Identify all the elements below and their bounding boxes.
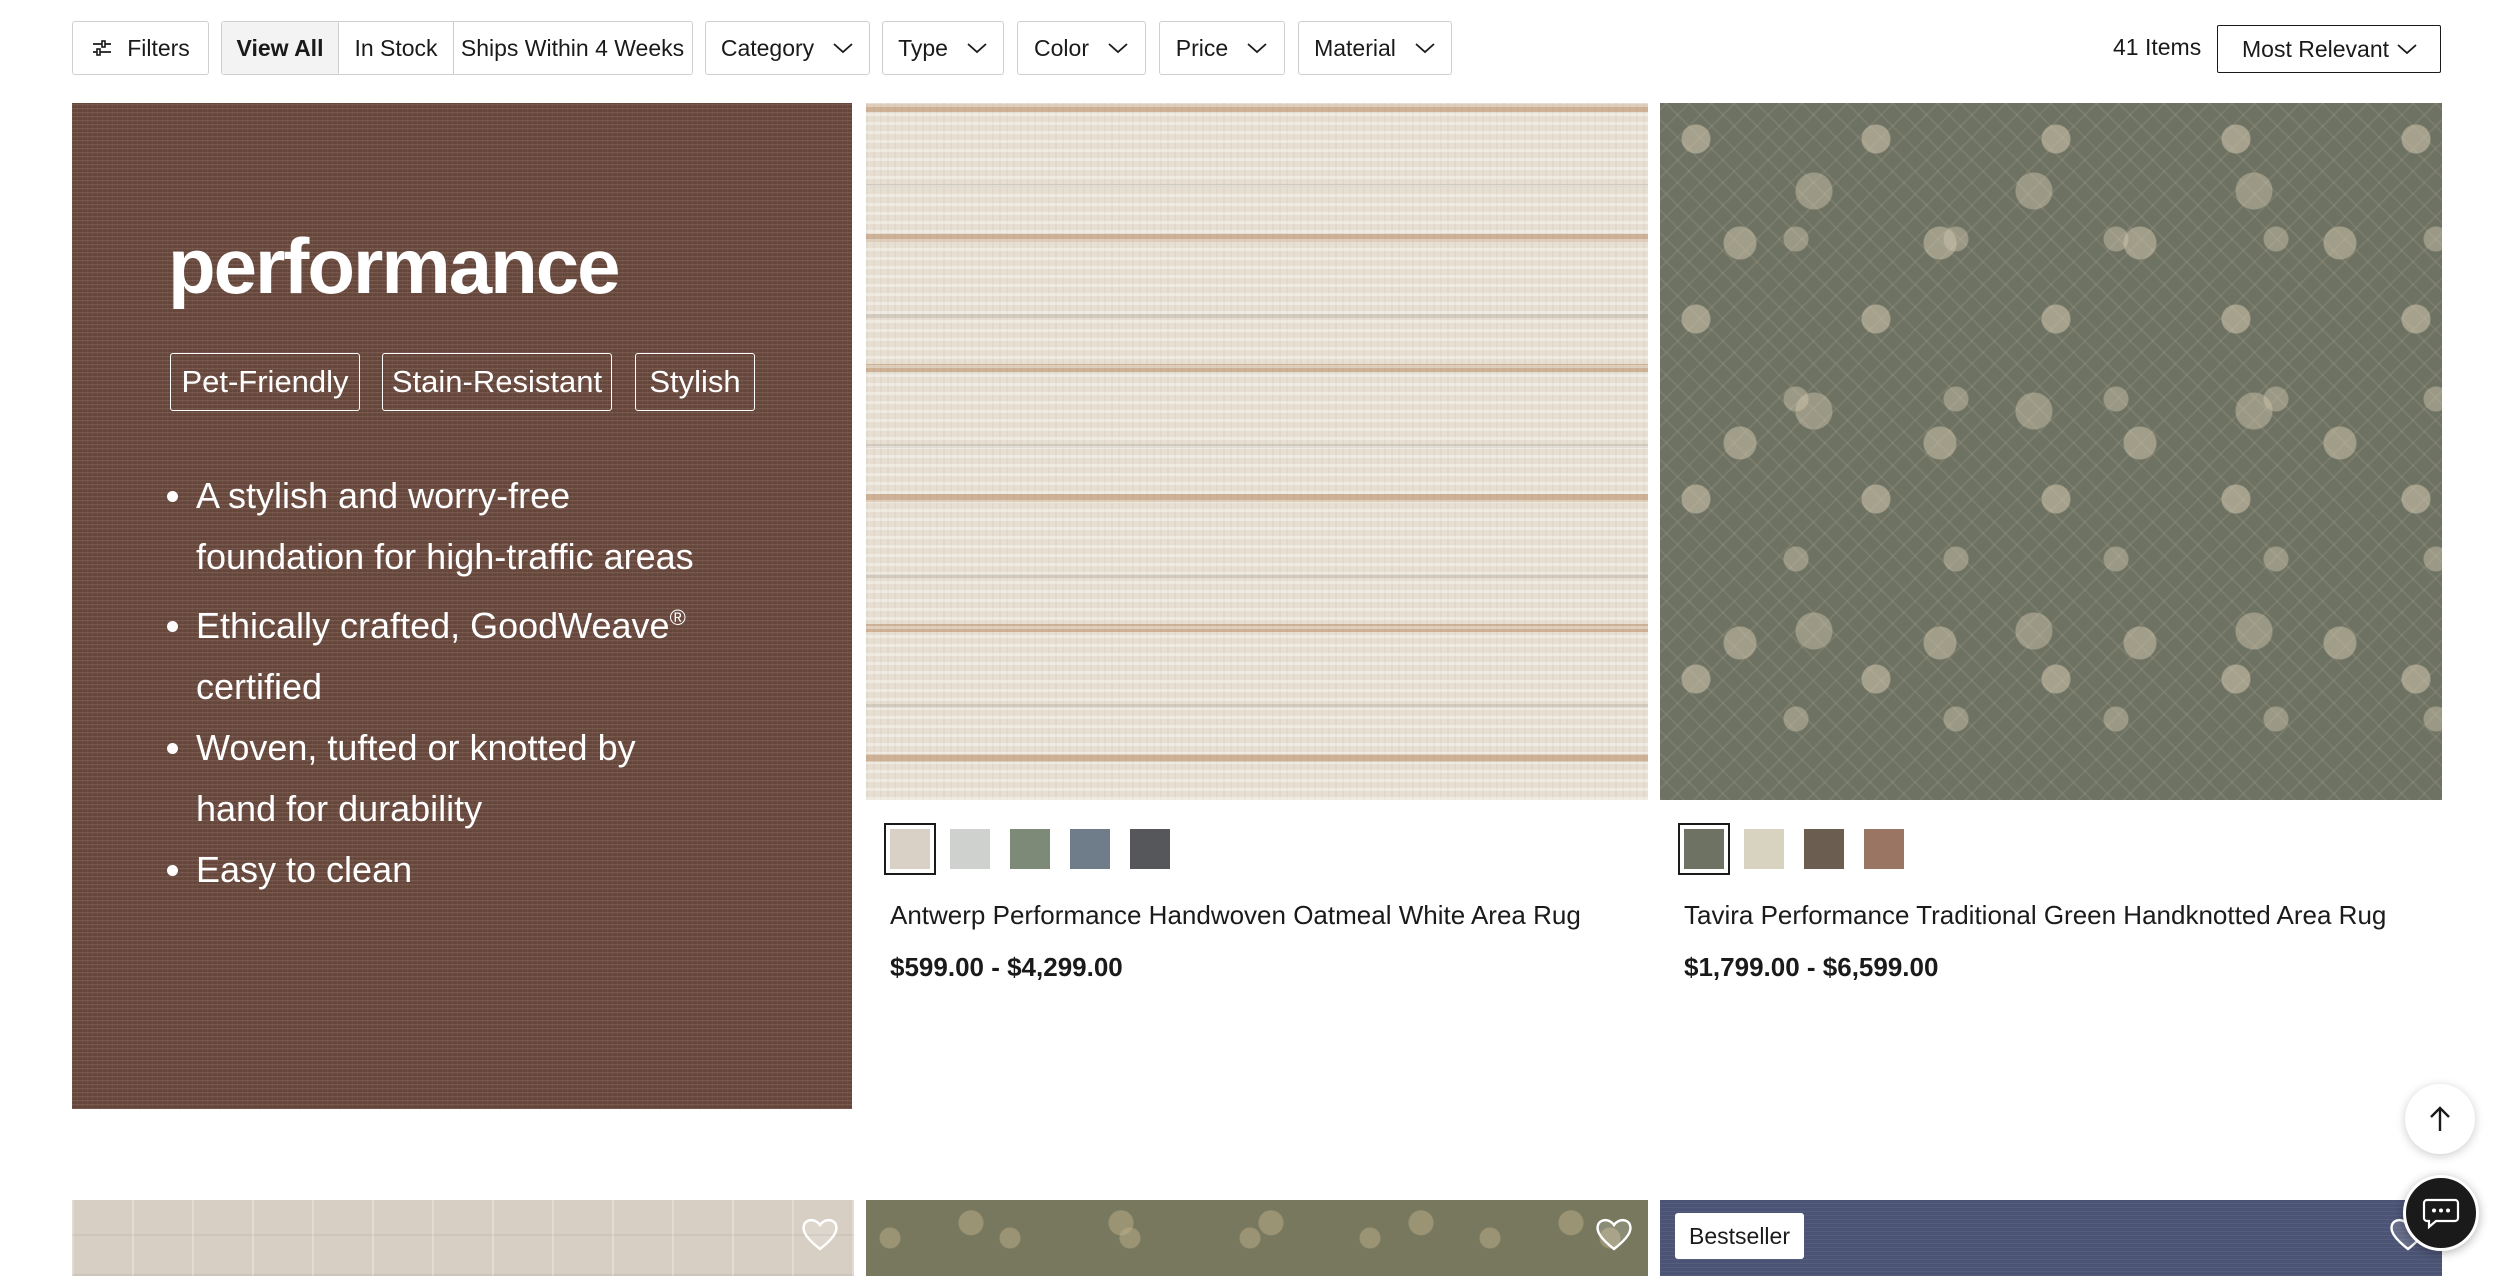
product-name[interactable]: Antwerp Performance Handwoven Oatmeal Wh… bbox=[890, 900, 1581, 931]
view-all-option[interactable]: View All bbox=[222, 22, 339, 74]
sort-label: Most Relevant bbox=[2242, 35, 2390, 62]
product-price: $1,799.00 - $6,599.00 bbox=[1684, 952, 1939, 982]
arrow-up-icon bbox=[2430, 1106, 2450, 1131]
swatch-blue[interactable] bbox=[1070, 829, 1110, 869]
chat-icon bbox=[2422, 1198, 2460, 1230]
sort-dropdown[interactable]: Most Relevant bbox=[2217, 25, 2441, 73]
category-label: Category bbox=[720, 34, 815, 61]
product-image[interactable] bbox=[1660, 103, 2442, 800]
chevron-down-icon bbox=[1247, 43, 1267, 54]
item-count: 41 Items bbox=[2113, 34, 2202, 60]
product-image[interactable] bbox=[866, 103, 1648, 800]
color-dropdown[interactable]: Color bbox=[1017, 21, 1146, 75]
swatch-sage[interactable] bbox=[1010, 829, 1050, 869]
ships-within-4-weeks-option[interactable]: Ships Within 4 Weeks bbox=[454, 22, 691, 74]
promo-feature-list: A stylish and worry-free foundation for … bbox=[168, 465, 716, 900]
feature-item: Easy to clean bbox=[196, 839, 716, 900]
chevron-down-icon bbox=[967, 43, 987, 54]
in-stock-option[interactable]: In Stock bbox=[339, 22, 454, 74]
color-swatches bbox=[884, 823, 1190, 875]
chevron-down-icon bbox=[1415, 43, 1435, 54]
material-dropdown[interactable]: Material bbox=[1298, 21, 1452, 75]
heart-icon[interactable] bbox=[800, 1216, 840, 1252]
performance-promo-tile[interactable]: performance Pet-Friendly Stain-Resistant… bbox=[72, 103, 852, 1109]
chip-pet-friendly: Pet-Friendly bbox=[170, 353, 360, 411]
type-dropdown[interactable]: Type bbox=[882, 21, 1004, 75]
category-dropdown[interactable]: Category bbox=[705, 21, 870, 75]
swatch-rust[interactable] bbox=[1864, 829, 1904, 869]
product-name[interactable]: Tavira Performance Traditional Green Han… bbox=[1684, 900, 2386, 931]
filters-button[interactable]: Filters bbox=[72, 21, 209, 75]
chevron-down-icon bbox=[1108, 43, 1128, 54]
swatch-oatmeal[interactable] bbox=[884, 823, 936, 875]
swatch-light-grey[interactable] bbox=[950, 829, 990, 869]
chevron-down-icon bbox=[2397, 44, 2417, 55]
filters-label: Filters bbox=[127, 34, 190, 61]
feature-item: A stylish and worry-free foundation for … bbox=[196, 465, 716, 587]
swatch-ivory[interactable] bbox=[1744, 829, 1784, 869]
product-image[interactable] bbox=[72, 1200, 854, 1276]
chevron-down-icon bbox=[833, 43, 853, 54]
color-swatches bbox=[1678, 823, 1924, 875]
heart-icon[interactable] bbox=[1594, 1216, 1634, 1252]
feature-item: Ethically crafted, GoodWeave® certified bbox=[196, 587, 716, 717]
feature-item: Woven, tufted or knotted by hand for dur… bbox=[196, 717, 716, 839]
availability-segmented-control: View All In Stock Ships Within 4 Weeks bbox=[221, 21, 693, 75]
price-label: Price bbox=[1175, 34, 1229, 61]
swatch-brown[interactable] bbox=[1804, 829, 1844, 869]
color-label: Color bbox=[1034, 34, 1089, 61]
bestseller-badge: Bestseller bbox=[1675, 1213, 1804, 1259]
product-image[interactable] bbox=[866, 1200, 1648, 1276]
material-label: Material bbox=[1314, 34, 1396, 61]
chip-stain-resistant: Stain-Resistant bbox=[382, 353, 612, 411]
chat-button[interactable] bbox=[2403, 1175, 2479, 1251]
chip-stylish: Stylish bbox=[635, 353, 755, 411]
product-price: $599.00 - $4,299.00 bbox=[890, 952, 1123, 982]
price-dropdown[interactable]: Price bbox=[1159, 21, 1285, 75]
type-label: Type bbox=[898, 34, 948, 61]
promo-title: performance bbox=[168, 222, 620, 310]
sliders-icon bbox=[93, 40, 112, 56]
back-to-top-button[interactable] bbox=[2405, 1084, 2475, 1154]
filter-toolbar: Filters View All In Stock Ships Within 4… bbox=[0, 0, 2500, 100]
swatch-charcoal[interactable] bbox=[1130, 829, 1170, 869]
swatch-green[interactable] bbox=[1678, 823, 1730, 875]
